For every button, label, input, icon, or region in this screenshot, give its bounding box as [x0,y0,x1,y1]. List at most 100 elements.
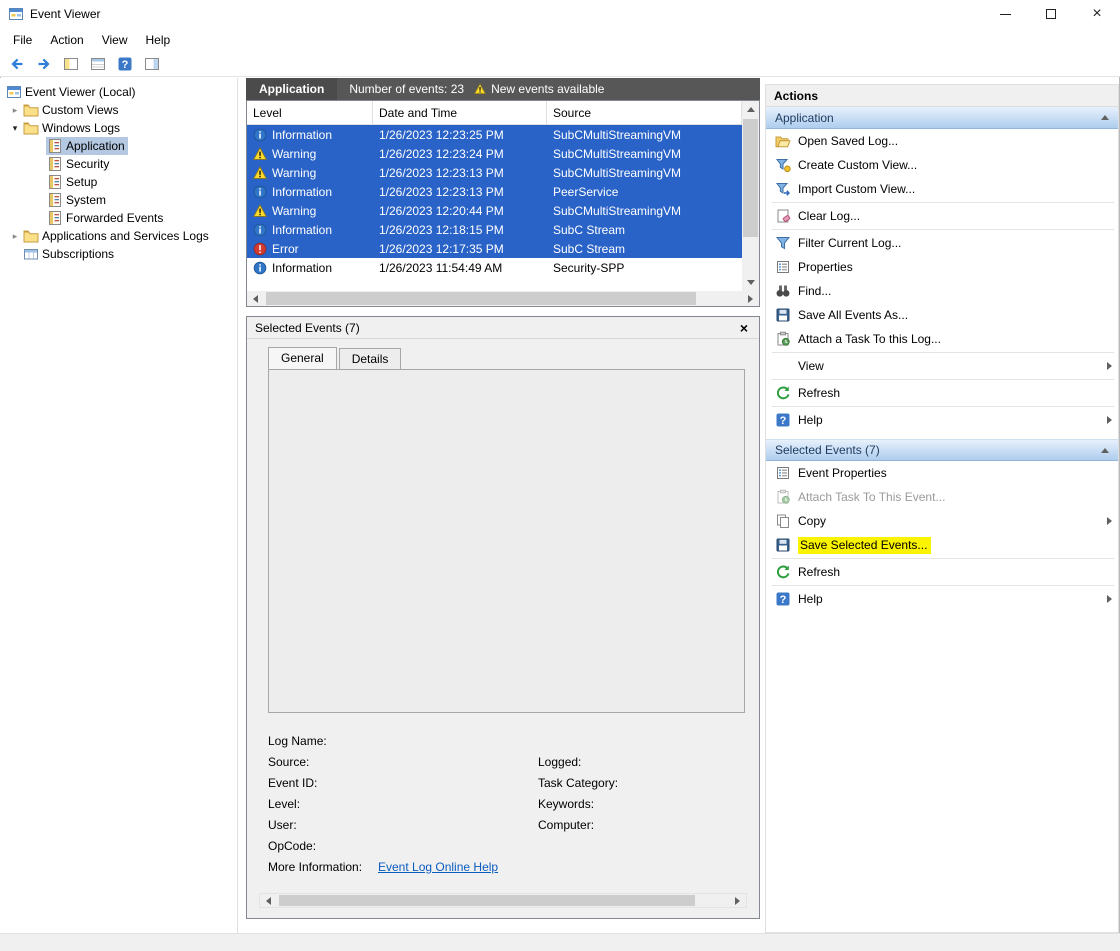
export-list-button[interactable] [87,53,109,75]
tree-item-forwarded-events[interactable]: Forwarded Events [0,209,237,227]
tree-label: Setup [66,175,97,189]
action-save-selected-events[interactable]: Save Selected Events... [766,533,1118,557]
tree-item-security[interactable]: Security [0,155,237,173]
help-toolbar-button[interactable] [114,53,136,75]
action-attach-task-to-log[interactable]: Attach a Task To this Log... [766,327,1118,351]
scrollbar-thumb[interactable] [266,292,696,305]
preview-close-button[interactable]: × [737,321,751,335]
preview-horizontal-scrollbar[interactable] [259,893,747,908]
action-label: Create Custom View... [798,158,917,172]
action-find[interactable]: Find... [766,279,1118,303]
close-button[interactable]: × [1074,0,1120,28]
action-create-custom-view[interactable]: Create Custom View... [766,153,1118,177]
event-row[interactable]: Warning 1/26/2023 12:23:13 PM SubCMultiS… [247,163,742,182]
tree-label: Event Viewer (Local) [25,85,136,99]
column-header-level[interactable]: Level [247,101,373,124]
tab-general[interactable]: General [268,347,337,369]
preview-fields: Log Name: Source: Logged: Event ID: Task… [268,731,745,878]
scrollbar-thumb[interactable] [743,119,758,237]
event-row[interactable]: Error 1/26/2023 12:17:35 PM SubC Stream [247,239,742,258]
list-horizontal-scrollbar[interactable] [247,291,759,306]
tab-details[interactable]: Details [339,348,402,369]
scroll-right-button[interactable] [742,291,759,306]
event-source: SubCMultiStreamingVM [547,125,742,144]
tree-item-applications-and-services-logs[interactable]: ▸ Applications and Services Logs [0,227,237,245]
menu-view[interactable]: View [93,30,137,50]
event-row[interactable]: Warning 1/26/2023 12:23:24 PM SubCMultiS… [247,144,742,163]
minimize-button[interactable] [982,0,1028,28]
tree-item-application[interactable]: Application [0,137,237,155]
scrollbar-thumb[interactable] [279,895,695,906]
expander-expanded-icon[interactable]: ▾ [8,123,22,134]
tree-item-custom-views[interactable]: ▸ Custom Views [0,101,237,119]
event-log-online-help-link[interactable]: Event Log Online Help [378,860,498,874]
action-refresh[interactable]: Refresh [766,381,1118,405]
scroll-left-button[interactable] [247,291,264,306]
preview-title-bar: Selected Events (7) × [247,317,759,339]
expander-collapsed-icon[interactable]: ▸ [8,105,22,116]
collapse-section-icon[interactable] [1101,115,1109,120]
action-copy[interactable]: Copy [766,509,1118,533]
action-view[interactable]: View [766,354,1118,378]
action-open-saved-log[interactable]: Open Saved Log... [766,129,1118,153]
tree-label: Custom Views [42,103,118,117]
column-header-source[interactable]: Source [547,101,742,124]
event-row[interactable]: Information 1/26/2023 12:23:13 PM PeerSe… [247,182,742,201]
scrollbar-track[interactable] [264,291,742,306]
preview-content-area [268,369,745,713]
event-row[interactable]: Information 1/26/2023 12:18:15 PM SubC S… [247,220,742,239]
action-label: Filter Current Log... [798,236,901,250]
action-clear-log[interactable]: Clear Log... [766,204,1118,228]
tree-item-event-viewer-local[interactable]: Event Viewer (Local) [0,83,237,101]
column-header-date[interactable]: Date and Time [373,101,547,124]
action-label: Open Saved Log... [798,134,898,148]
event-datetime: 1/26/2023 12:18:15 PM [373,220,547,239]
tree-item-setup[interactable]: Setup [0,173,237,191]
scroll-down-button[interactable] [742,274,759,291]
event-level: Warning [272,204,316,218]
scroll-right-button[interactable] [729,893,746,908]
action-event-properties[interactable]: Event Properties [766,461,1118,485]
event-row[interactable]: Information 1/26/2023 11:54:49 AM Securi… [247,258,742,277]
actions-section-selected-events[interactable]: Selected Events (7) [766,439,1118,461]
menu-action[interactable]: Action [41,30,92,50]
scroll-up-button[interactable] [742,101,759,118]
maximize-button[interactable] [1028,0,1074,28]
list-column-headers: Level Date and Time Source [247,101,742,125]
scrollbar-track[interactable] [277,894,729,907]
action-help[interactable]: Help [766,408,1118,432]
event-source: SubCMultiStreamingVM [547,201,742,220]
separator [772,585,1114,586]
event-row[interactable]: Warning 1/26/2023 12:20:44 PM SubCMultiS… [247,201,742,220]
collapse-section-icon[interactable] [1101,448,1109,453]
event-source: PeerService [547,182,742,201]
scroll-up-icon [747,107,755,112]
action-properties[interactable]: Properties [766,255,1118,279]
preview-title: Selected Events (7) [255,321,360,335]
expander-collapsed-icon[interactable]: ▸ [8,231,22,242]
tree-item-system[interactable]: System [0,191,237,209]
help-icon [775,591,791,607]
action-refresh-selected[interactable]: Refresh [766,560,1118,584]
menu-file[interactable]: File [4,30,41,50]
list-vertical-scrollbar[interactable] [742,101,759,291]
action-filter-current-log[interactable]: Filter Current Log... [766,231,1118,255]
event-datetime: 1/26/2023 12:23:25 PM [373,125,547,144]
action-save-all-events-as[interactable]: Save All Events As... [766,303,1118,327]
show-action-pane-button[interactable] [141,53,163,75]
actions-section-application[interactable]: Application [766,107,1118,129]
show-console-tree-button[interactable] [60,53,82,75]
scroll-left-button[interactable] [260,893,277,908]
menu-help[interactable]: Help [137,30,180,50]
forward-button[interactable] [33,53,55,75]
show-console-tree-icon [63,56,79,72]
tree-item-windows-logs[interactable]: ▾ Windows Logs [0,119,237,137]
action-import-custom-view[interactable]: Import Custom View... [766,177,1118,201]
action-help-selected[interactable]: Help [766,587,1118,611]
event-row[interactable]: Information 1/26/2023 12:23:25 PM SubCMu… [247,125,742,144]
submenu-arrow-icon [1107,595,1112,603]
back-button[interactable] [6,53,28,75]
section-title: Selected Events (7) [775,443,880,457]
tree-item-subscriptions[interactable]: Subscriptions [0,245,237,263]
event-level: Information [272,223,332,237]
